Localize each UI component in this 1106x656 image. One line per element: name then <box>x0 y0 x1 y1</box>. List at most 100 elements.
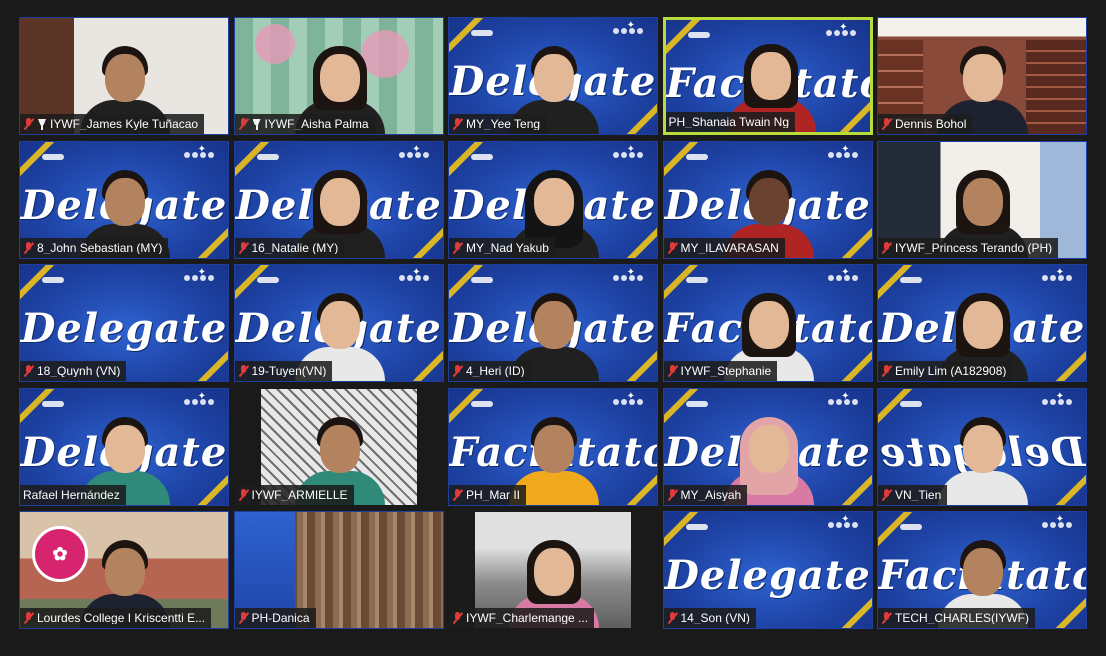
participant-name-label: IYWF_Princess Terando (PH) <box>878 237 1059 258</box>
participant-tile[interactable]: IYWF_James Kyle Tuñacao <box>19 17 229 135</box>
participant-name: IYWF_Princess Terando (PH) <box>895 241 1053 254</box>
mic-off-icon <box>23 612 34 624</box>
participant-name-label: MY_Nad Yakub <box>449 237 555 258</box>
participant-name: TECH_CHARLES(IYWF) <box>895 612 1030 624</box>
participant-name-label: MY_Yee Teng <box>449 114 547 134</box>
participant-name: 16_Natalie (MY) <box>251 241 339 254</box>
participant-name-label: IYWF_Aisha Palma <box>234 114 375 134</box>
participant-name-label: 19-Tuyen(VN) <box>234 361 333 381</box>
participant-tile[interactable]: ✦ Delegate 14_Son (VN) <box>662 511 873 629</box>
spotlight-icon <box>37 118 47 130</box>
mic-off-icon <box>238 365 249 377</box>
participant-name-label: IYWF_Charlemange ... <box>449 608 595 628</box>
mic-off-icon <box>667 241 678 254</box>
mic-off-icon <box>881 488 892 501</box>
participant-name-label: 18_Quynh (VN) <box>20 361 127 381</box>
participant-name-label: Emily Lim (A182908) <box>878 361 1013 381</box>
participant-avatar <box>938 409 1028 505</box>
participant-tile[interactable]: ✦ Facilitator TECH_CHARLES(IYWF) <box>877 511 1087 629</box>
mic-off-icon <box>881 612 892 624</box>
participant-name-label: 16_Natalie (MY) <box>234 237 345 258</box>
participant-name: MY_Nad Yakub <box>466 241 549 254</box>
participant-name-label: PH-Danica <box>234 608 316 628</box>
participant-name-label: Lourdes College I Kriscentti E... <box>20 608 212 628</box>
participant-tile[interactable]: ✦ Delegate MY_Yee Teng <box>448 17 658 135</box>
participant-name-label: PH_Mar II <box>449 484 527 505</box>
participant-tile[interactable]: ✦ Facilitator IYWF_Stephanie <box>662 264 873 382</box>
participant-tile[interactable]: ✦ Delegate 8_John Sebastian (MY) <box>19 140 229 259</box>
participant-name: PH_Mar II <box>466 488 521 501</box>
participant-tile[interactable]: IYWF_Princess Terando (PH) <box>877 140 1087 259</box>
mic-off-icon <box>238 612 249 624</box>
participant-tile[interactable]: ✦ Delegate 16_Natalie (MY) <box>233 140 444 259</box>
spotlight-icon <box>252 118 262 130</box>
participant-name: PH-Danica <box>251 612 310 624</box>
mic-off-icon <box>23 365 34 377</box>
participant-tile[interactable]: ✦ Delegate MY_ILAVARASAN <box>662 140 873 259</box>
participant-tile[interactable]: ✦ Delegate Rafael Hernández <box>19 387 229 506</box>
participant-name: VN_Tien <box>895 488 942 501</box>
mic-off-icon <box>238 488 249 501</box>
participant-tile[interactable]: IYWF_ARMIELLE <box>233 387 444 506</box>
participant-name: IYWF_ARMIELLE <box>251 488 348 501</box>
participant-tile[interactable]: ✦ Delegate MY_Nad Yakub <box>448 140 658 259</box>
participant-name: MY_ILAVARASAN <box>680 241 779 254</box>
background-banner-text: Delegate <box>664 552 871 599</box>
participant-name: 19-Tuyen(VN) <box>251 365 327 377</box>
background-banner-text: Delegate <box>20 305 228 352</box>
participant-name: PH_Shanaia Twain Ng <box>668 116 790 128</box>
gallery-grid: IYWF_James Kyle Tuñacao IYWF_Aisha Palma… <box>19 17 1087 629</box>
participant-name-label: 14_Son (VN) <box>663 608 756 628</box>
mic-off-icon <box>452 612 463 624</box>
participant-name: 14_Son (VN) <box>680 612 750 624</box>
mic-off-icon <box>667 365 678 377</box>
mic-off-icon <box>667 612 678 624</box>
mic-off-icon <box>667 488 678 501</box>
participant-tile[interactable]: ✦ Facilitator PH_Mar II <box>448 387 658 506</box>
participant-tile[interactable]: ✦ Delegate 4_Heri (ID) <box>448 264 658 382</box>
participant-name-label: Rafael Hernández <box>20 484 126 505</box>
participant-name: IYWF_James Kyle Tuñacao <box>50 118 199 130</box>
participant-name: IYWF_Stephanie <box>680 365 772 377</box>
mic-off-icon <box>452 241 463 254</box>
participant-name-label: IYWF_ARMIELLE <box>234 484 354 505</box>
participant-name-label: IYWF_James Kyle Tuñacao <box>20 114 205 134</box>
mic-off-icon <box>452 118 463 130</box>
mic-off-icon <box>881 365 892 377</box>
participant-name: Emily Lim (A182908) <box>895 365 1007 377</box>
mic-off-icon <box>23 241 34 254</box>
participant-tile[interactable]: ✿ Lourdes College I Kriscentti E... <box>19 511 229 629</box>
participant-name: Dennis Bohol <box>895 118 967 130</box>
participant-name-label: IYWF_Stephanie <box>663 361 778 381</box>
mic-off-icon <box>452 365 463 377</box>
participant-name: 18_Quynh (VN) <box>37 365 121 377</box>
participant-name: IYWF_Charlemange ... <box>466 612 589 624</box>
participant-tile-active-speaker[interactable]: ✦ Facilitator PH_Shanaia Twain Ng <box>662 17 873 135</box>
mic-off-icon <box>881 118 892 130</box>
participant-tile[interactable]: PH-Danica <box>233 511 444 629</box>
participant-name: Lourdes College I Kriscentti E... <box>37 612 206 624</box>
participant-name-label: MY_ILAVARASAN <box>663 237 785 258</box>
participant-tile[interactable]: IYWF_Charlemange ... <box>448 511 658 629</box>
participant-tile[interactable]: ✦ Delegate 18_Quynh (VN) <box>19 264 229 382</box>
participant-tile[interactable]: ✦ Delegate VN_Tien <box>877 387 1087 506</box>
participant-name: IYWF_Aisha Palma <box>264 118 369 130</box>
participant-name-label: TECH_CHARLES(IYWF) <box>878 608 1036 628</box>
participant-tile[interactable]: Dennis Bohol <box>877 17 1087 135</box>
participant-tile[interactable]: ✦ Delegate MY_Aisyah <box>662 387 873 506</box>
participant-name-label: 4_Heri (ID) <box>449 361 531 381</box>
participant-name-label: VN_Tien <box>878 484 948 505</box>
participant-tile[interactable]: ✦ Delegate 19-Tuyen(VN) <box>233 264 444 382</box>
participant-name: Rafael Hernández <box>23 488 120 501</box>
participant-name-label: PH_Shanaia Twain Ng <box>665 112 796 132</box>
participant-name-label: MY_Aisyah <box>663 484 748 505</box>
participant-name: 8_John Sebastian (MY) <box>37 241 163 254</box>
participant-name: MY_Aisyah <box>680 488 742 501</box>
participant-tile[interactable]: IYWF_Aisha Palma <box>233 17 444 135</box>
mic-off-icon <box>238 118 249 130</box>
participant-name: 4_Heri (ID) <box>466 365 525 377</box>
mic-off-icon <box>881 241 892 254</box>
mic-off-icon <box>238 241 249 254</box>
participant-tile[interactable]: ✦ Delegate Emily Lim (A182908) <box>877 264 1087 382</box>
mic-off-icon <box>23 118 34 130</box>
